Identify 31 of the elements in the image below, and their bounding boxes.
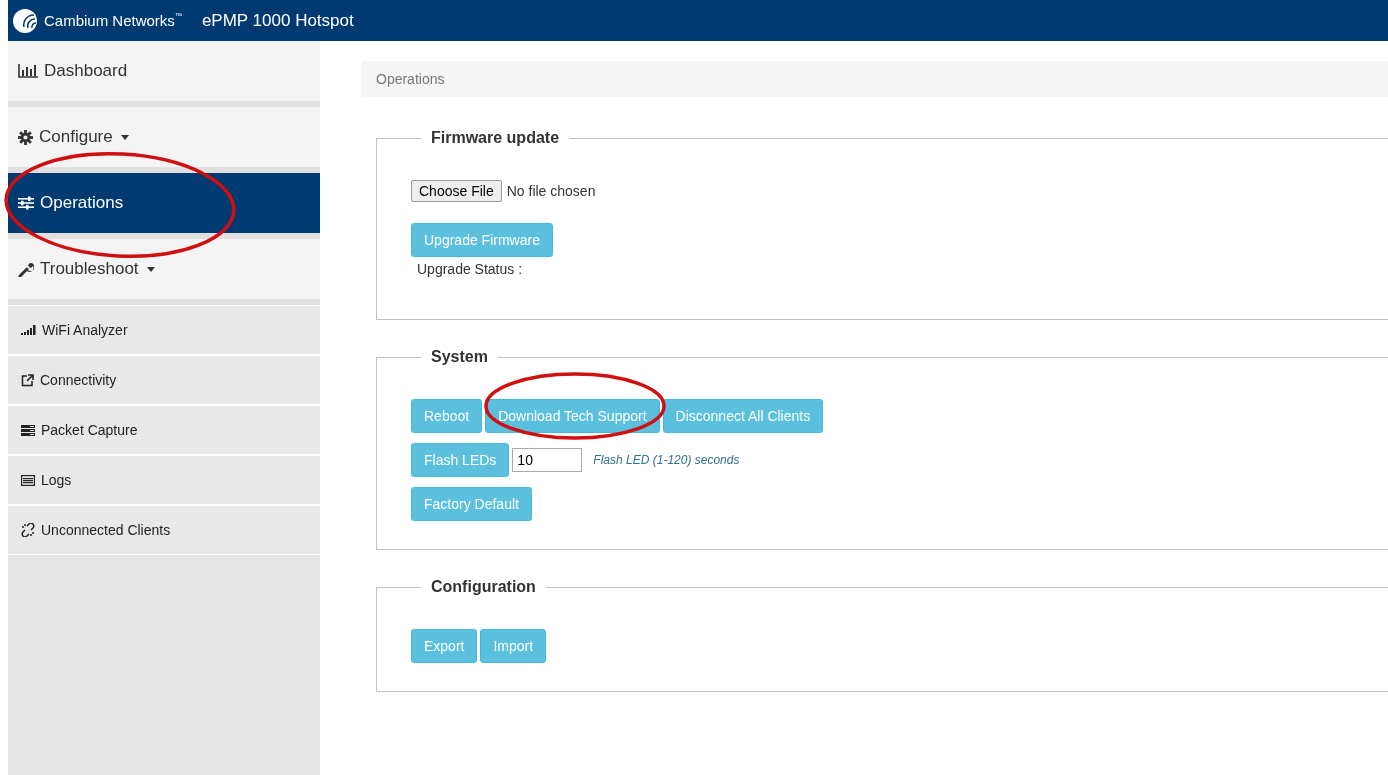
server-icon: [21, 424, 35, 436]
broken-link-icon: [21, 523, 35, 537]
breadcrumb: Operations: [376, 71, 445, 87]
sidebar-subitem[interactable]: Logs: [8, 455, 320, 505]
wrench-icon: [18, 261, 34, 277]
external-link-icon: [21, 373, 34, 387]
logo-icon: [12, 7, 38, 34]
sidebar-subitem[interactable]: Connectivity: [8, 355, 320, 405]
caret-icon: [146, 266, 155, 272]
sidebar-item[interactable]: Configure: [8, 107, 320, 173]
signal-bars-icon: [21, 325, 36, 335]
sidebar-item[interactable]: Troubleshoot: [8, 239, 320, 305]
choose-file-button[interactable]: Choose File: [411, 180, 502, 202]
sidebar-subitem[interactable]: WiFi Analyzer: [8, 305, 320, 355]
bar-chart-icon: [18, 64, 38, 78]
product-title: ePMP 1000 Hotspot: [201, 10, 354, 31]
sidebar-item[interactable]: Operations: [8, 173, 320, 239]
seconds-input[interactable]: 10: [512, 448, 583, 472]
sidebar-subitem[interactable]: Unconnected Clients: [8, 505, 320, 555]
sidebar-item[interactable]: Dashboard: [8, 41, 320, 107]
section-title: Firmware update: [430, 129, 561, 147]
sidebar-subitem[interactable]: Packet Capture: [8, 405, 320, 455]
section-title: Configuration: [430, 578, 537, 596]
sliders-icon: [18, 196, 34, 210]
upgrade-status-text: Upgrade Status :: [417, 261, 524, 277]
caret-icon: [120, 134, 129, 140]
file-status-text: No file chosen: [506, 183, 596, 199]
section-title: System: [430, 348, 489, 366]
list-icon: [21, 474, 35, 486]
help-text: Flash LED (1-120) seconds: [593, 453, 740, 467]
settings-icon: [18, 129, 33, 145]
